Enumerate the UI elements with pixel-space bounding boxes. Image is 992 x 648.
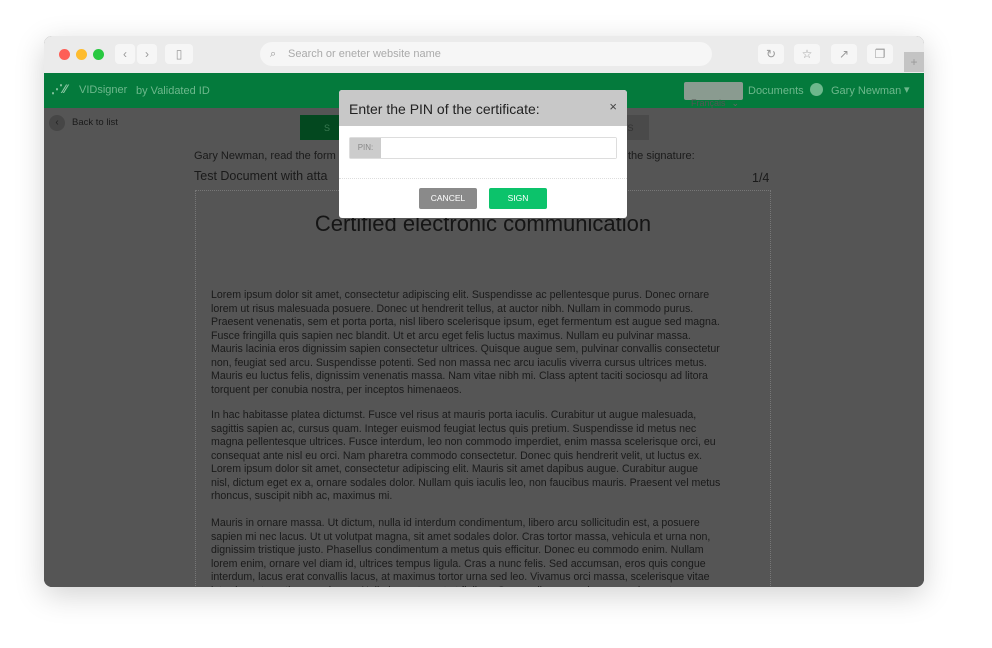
paragraph-line: lorem ut risus malesuada posuere. Donec … [211, 302, 694, 315]
brand-name: VIDsigner [79, 84, 128, 96]
document-viewer[interactable]: Certified electronic communication Lorem… [195, 190, 771, 587]
document-paragraph: Lorem ipsum dolor sit amet, consectetur … [211, 289, 720, 397]
paragraph-line: nisl, dictum eget ex a, ornare sodales d… [211, 476, 721, 489]
paragraph-line: Praesent venenatis, sem et porta porta, … [211, 316, 720, 328]
paragraph-line: Mauris in ornare massa. Ut dictum, nulla… [211, 517, 700, 529]
user-menu[interactable]: Gary Newman [831, 85, 901, 97]
paragraph-line: Fusce fringilla quis sapien nec blandit.… [211, 329, 691, 342]
address-placeholder: Search or eneter website name [288, 48, 441, 60]
paragraph-line: Mauris lacinia eros dignissim sapien con… [211, 343, 720, 355]
paragraph-line: interdum, lacus erat convallis lacus, at… [211, 571, 710, 583]
paragraph-line: torquent per conubia nostra, per incepto… [211, 383, 462, 396]
paragraph-line: dignissim tristique justo. Phasellus con… [211, 544, 704, 556]
divider [339, 178, 627, 179]
user-icon [810, 83, 823, 96]
document-name: Test Document with atta [194, 169, 328, 183]
paragraph-line: sapien mi nec lacus. Ut ut volutpat magn… [211, 530, 711, 543]
browser-toolbar: ‹ › ▯ ⌕ Search or eneter website name ↻ … [44, 36, 924, 73]
sign-button[interactable]: S [300, 115, 342, 140]
dialog-header: Enter the PIN of the certificate: × [339, 90, 627, 126]
paragraph-line: lorem enim, ornare vel diam id, ultrices… [211, 557, 706, 570]
paragraph-line: Lorem ipsum dolor sit amet, consectetur … [211, 463, 698, 475]
paragraph-line: magna pellentesque ultrices. Fusce inter… [211, 436, 716, 448]
logo-icon: ⋰⁄⁄ [51, 82, 68, 96]
share-icon[interactable]: ↗ [831, 44, 857, 64]
documents-link[interactable]: Documents [748, 85, 804, 97]
close-icon[interactable]: × [609, 99, 617, 114]
star-icon[interactable]: ☆ [794, 44, 820, 64]
reload-icon[interactable]: ↻ [758, 44, 784, 64]
document-paragraph: Mauris in ornare massa. Ut dictum, nulla… [211, 517, 716, 587]
cancel-button[interactable]: CANCEL [419, 188, 477, 209]
search-icon: ⌕ [270, 48, 277, 60]
paragraph-line: In hac habitasse platea dictumst. Fusce … [211, 409, 697, 421]
pin-input[interactable] [382, 138, 616, 158]
paragraph-line: sagittis sapien ac, cursus quam. Integer… [211, 422, 697, 435]
sign-button-label: S [324, 123, 331, 133]
pin-field[interactable]: PIN: [349, 137, 617, 159]
paragraph-line: interdum at, pretium non lorem. Nulla la… [211, 585, 716, 588]
maximize-window-button[interactable] [93, 49, 104, 60]
close-window-button[interactable] [59, 49, 70, 60]
pin-label: PIN: [350, 138, 381, 158]
back-to-list-link[interactable]: Back to list [72, 117, 118, 128]
pin-dialog: Enter the PIN of the certificate: × PIN:… [339, 90, 627, 218]
paragraph-line: non, feugiat sed arcu. Suspendisse poten… [211, 356, 707, 369]
paragraph-line: Mauris eu luctus felis, dignissim venena… [211, 370, 708, 382]
sign-pin-button[interactable]: SIGN [489, 188, 547, 209]
page-indicator: 1/4 [752, 171, 770, 185]
address-bar[interactable]: ⌕ Search or eneter website name [260, 42, 712, 66]
instruction-text: Gary Newman, read the form [194, 150, 336, 162]
sidebar-icon[interactable]: ▯ [165, 44, 193, 64]
paragraph-line: consequat ante nisl eu orci. Nam pharetr… [211, 449, 703, 462]
back-icon[interactable]: ‹ [49, 115, 65, 131]
caret-down-icon[interactable]: ▾ [904, 83, 910, 96]
document-paragraph: In hac habitasse platea dictumst. Fusce … [211, 409, 720, 504]
paragraph-line: Lorem ipsum dolor sit amet, consectetur … [211, 289, 710, 301]
forward-icon[interactable]: › [137, 44, 157, 64]
brand-by: by Validated ID [136, 85, 210, 97]
language-select[interactable]: Français ⌄ [684, 82, 743, 108]
plus-icon[interactable]: + [904, 52, 924, 72]
paragraph-line: rhoncus, suscipit nibh ac, maximus mi. [211, 490, 393, 502]
back-icon[interactable]: ‹ [115, 44, 135, 64]
minimize-window-button[interactable] [76, 49, 87, 60]
instruction-text-end: the signature: [628, 150, 695, 162]
tabs-icon[interactable]: ❐ [867, 44, 893, 64]
dialog-title: Enter the PIN of the certificate: [349, 101, 540, 117]
